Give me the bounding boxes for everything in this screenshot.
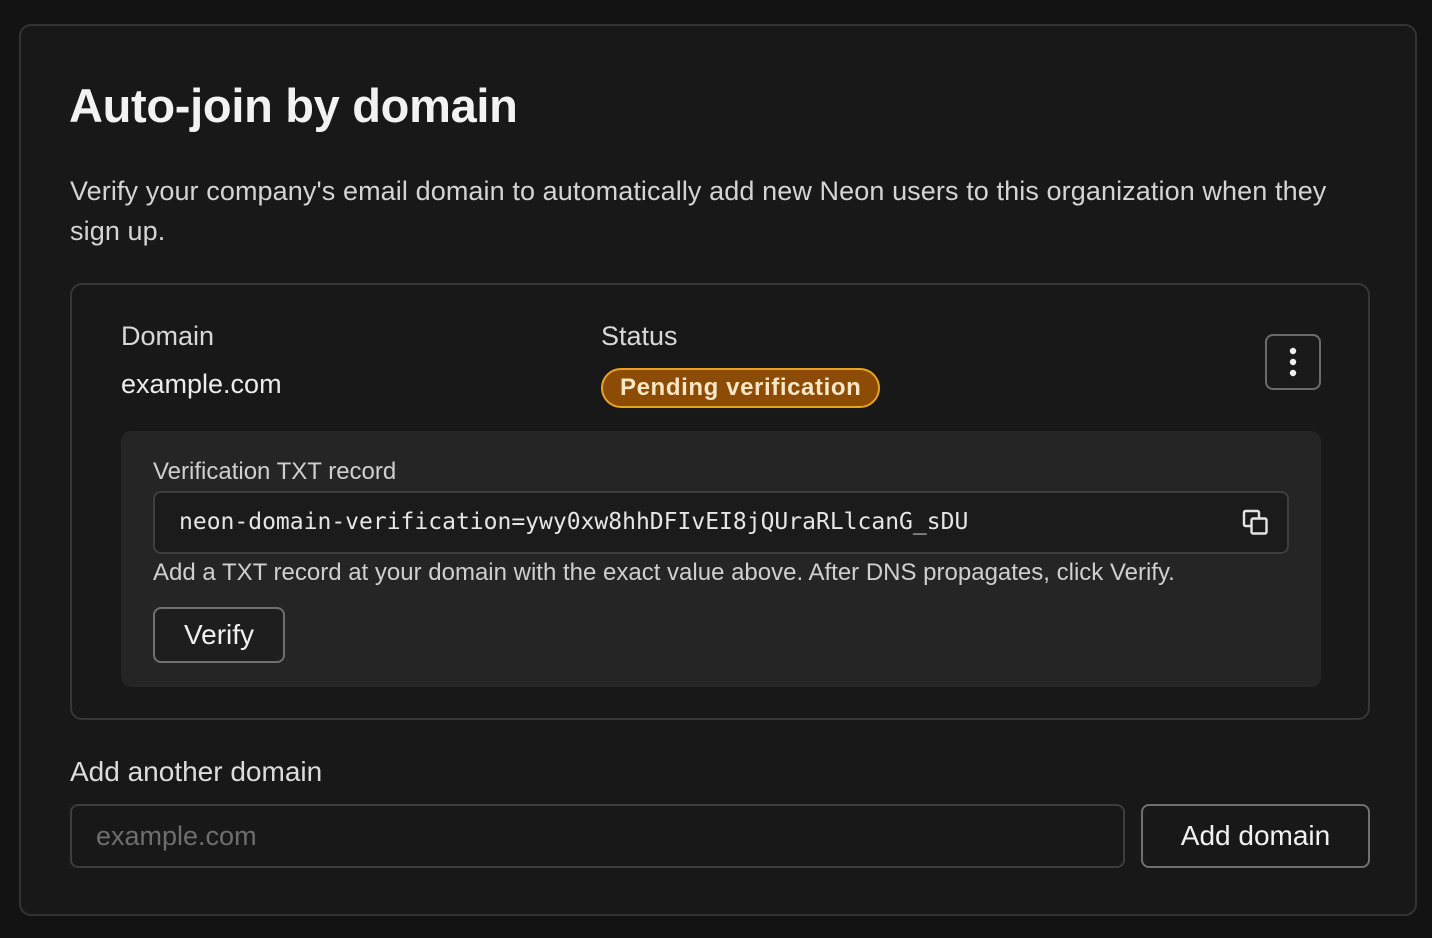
copy-icon (1242, 509, 1268, 535)
vertical-dots-icon (1289, 347, 1297, 377)
page-title: Auto-join by domain (69, 79, 518, 132)
domain-column-label: Domain (121, 321, 215, 351)
add-domain-button[interactable]: Add domain (1141, 804, 1370, 868)
verify-button[interactable]: Verify (153, 607, 285, 663)
verification-label: Verification TXT record (153, 458, 397, 485)
status-badge: Pending verification (601, 368, 881, 408)
status-column-label: Status (601, 321, 678, 351)
auto-join-card: Auto-join by domain Verify your company'… (19, 24, 1417, 916)
domain-entry: Domain example.com Status Pending verifi… (70, 283, 1370, 720)
more-options-button[interactable] (1265, 334, 1321, 390)
verification-hint: Add a TXT record at your domain with the… (153, 559, 1175, 586)
add-domain-label: Add another domain (70, 756, 323, 787)
verification-panel: Verification TXT record neon-domain-veri… (121, 431, 1321, 687)
add-domain-input[interactable] (70, 804, 1125, 868)
copy-button[interactable] (1239, 506, 1273, 540)
txt-record-value: neon-domain-verification=ywy0xw8hhDFIvEI… (179, 509, 969, 535)
txt-record-field[interactable]: neon-domain-verification=ywy0xw8hhDFIvEI… (153, 491, 1289, 554)
section-description: Verify your company's email domain to au… (70, 176, 1327, 246)
domain-value: example.com (121, 369, 282, 399)
